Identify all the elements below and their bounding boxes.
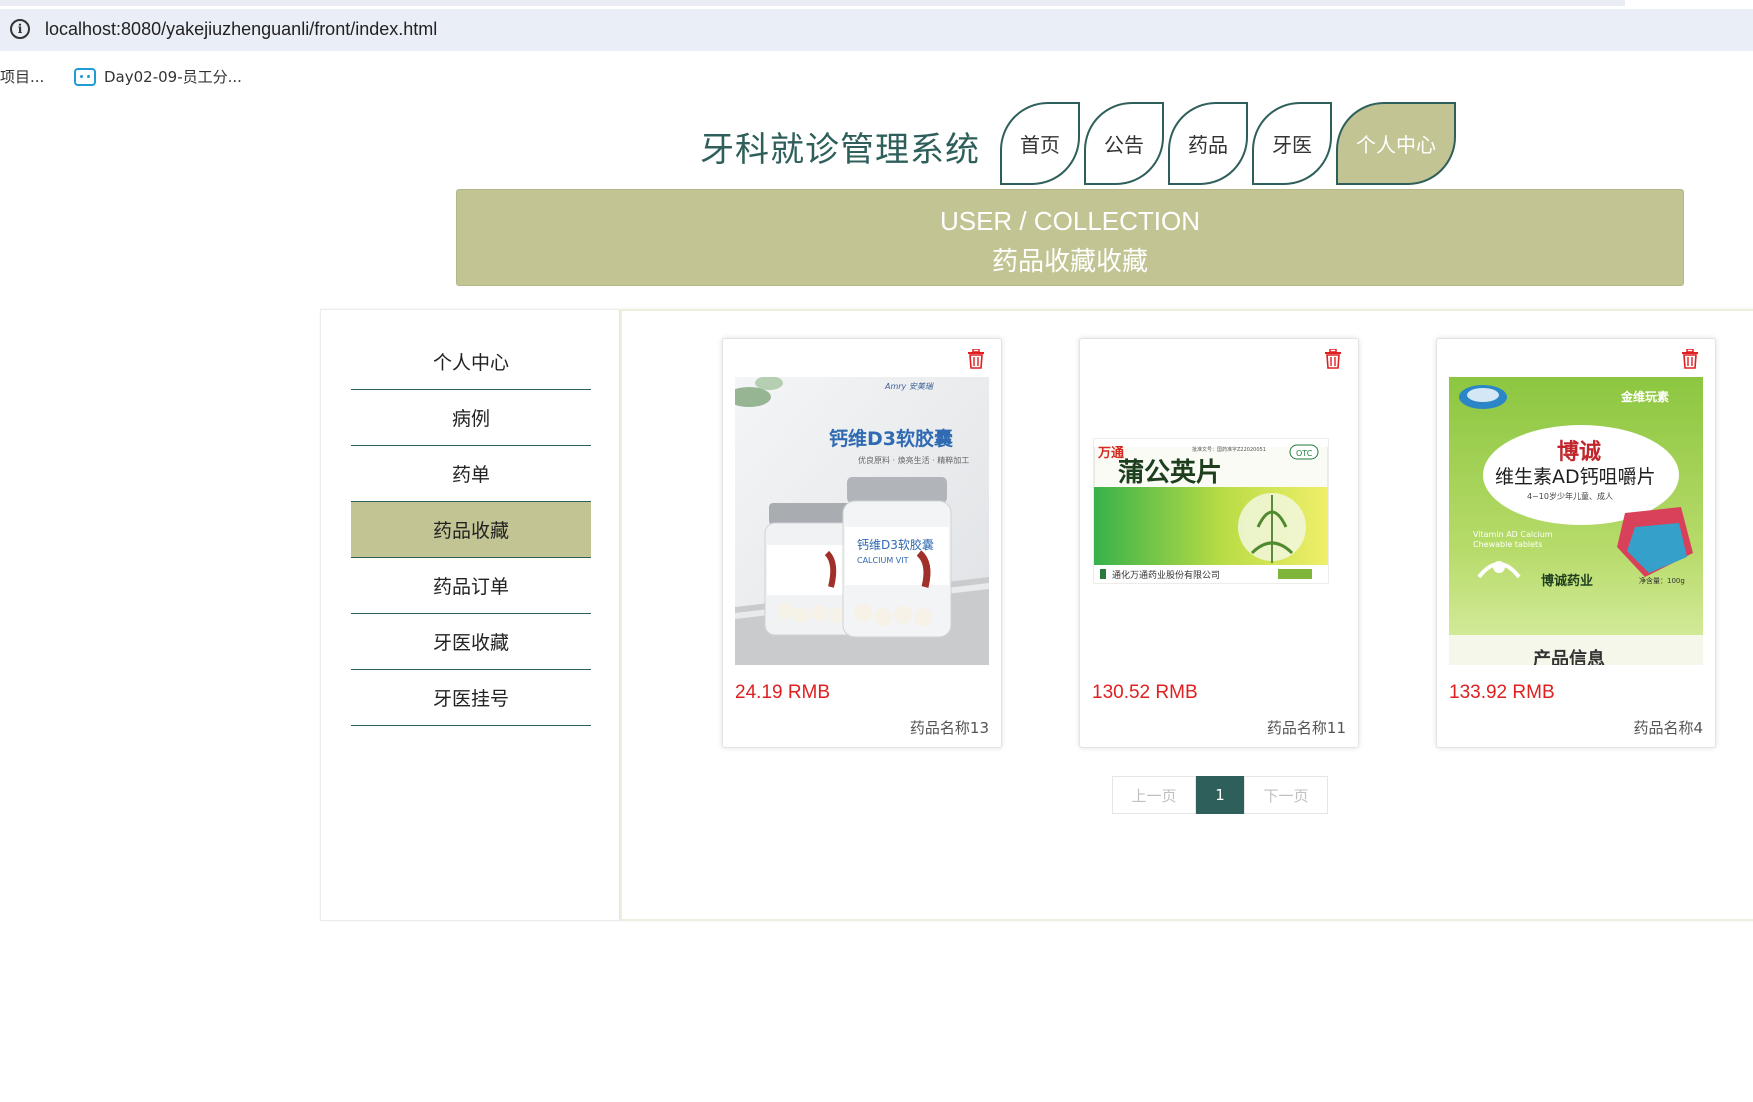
medicine-price: 24.19 RMB bbox=[735, 682, 831, 703]
trash-icon[interactable] bbox=[1681, 349, 1699, 369]
image-brand: Amry 安美瑞 bbox=[884, 382, 934, 391]
image-en-2: Chewable tablets bbox=[1473, 540, 1542, 549]
banner-chinese-title: 药品收藏收藏 bbox=[991, 247, 1148, 277]
bookmark-item[interactable]: 项目... bbox=[0, 66, 44, 87]
info-circle-icon[interactable]: i bbox=[10, 19, 30, 39]
main-nav: 首页 公告 药品 牙医 个人中心 bbox=[1000, 102, 1460, 185]
sidebar-item-medicine-orders[interactable]: 药品订单 bbox=[351, 558, 591, 614]
image-weight: 净含量：100g bbox=[1639, 576, 1685, 585]
medicine-price: 130.52 RMB bbox=[1092, 682, 1198, 703]
current-page-button[interactable]: 1 bbox=[1196, 776, 1244, 814]
bookmark-label: Day02-09-员工分... bbox=[104, 68, 242, 86]
pagination: 上一页 1 下一页 bbox=[1112, 776, 1328, 814]
image-footer: 产品信息 bbox=[1533, 648, 1605, 665]
trash-icon[interactable] bbox=[1324, 349, 1342, 369]
image-approval: 批准文号：国药准字Z22020051 bbox=[1192, 446, 1266, 453]
site-title: 牙科就诊管理系统 bbox=[700, 130, 980, 170]
page-banner: USER / COLLECTION 药品收藏收藏 bbox=[456, 189, 1684, 286]
sidebar-item-dentist-registration[interactable]: 牙医挂号 bbox=[351, 670, 591, 726]
medicine-name[interactable]: 药品名称11 bbox=[1267, 717, 1346, 738]
image-brand-top: 金维玩素 bbox=[1620, 389, 1669, 404]
nav-item-notice[interactable]: 公告 bbox=[1084, 102, 1164, 185]
jar-label: 钙维D3软胶囊 bbox=[857, 537, 934, 552]
user-sidebar: 个人中心 病例 药单 药品收藏 药品订单 牙医收藏 牙医挂号 bbox=[320, 309, 620, 921]
bookmarks-bar: 项目... Day02-09-员工分... bbox=[0, 60, 1753, 92]
banner-english-title: USER / COLLECTION bbox=[939, 206, 1201, 236]
medicine-card[interactable]: Amry 安美瑞 钙维D3软胶囊 优良原料 · 焕亮生活 · 精粹加工 钙维D3… bbox=[722, 338, 1002, 748]
sidebar-item-cases[interactable]: 病例 bbox=[351, 390, 591, 446]
medicine-name[interactable]: 药品名称4 bbox=[1633, 717, 1703, 738]
jar-en-label: CALCIUM VIT bbox=[857, 556, 909, 565]
nav-item-home[interactable]: 首页 bbox=[1000, 102, 1080, 185]
url-text[interactable]: localhost:8080/yakejiuzhenguanli/front/i… bbox=[45, 19, 437, 40]
image-title: 钙维D3软胶囊 bbox=[829, 427, 954, 450]
image-otc-label: OTC bbox=[1296, 449, 1313, 458]
sidebar-item-medicine-collection[interactable]: 药品收藏 bbox=[351, 502, 591, 558]
image-en-1: Vitamin AD Calcium bbox=[1473, 530, 1553, 539]
address-bar[interactable]: i localhost:8080/yakejiuzhenguanli/front… bbox=[0, 9, 1753, 51]
nav-item-user-center[interactable]: 个人中心 bbox=[1336, 102, 1456, 185]
medicine-name[interactable]: 药品名称13 bbox=[910, 717, 989, 738]
image-age: 4~10岁少年儿童、成人 bbox=[1527, 491, 1613, 501]
medicine-image[interactable]: 金维玩素 博诚 维生素AD钙咀嚼片 4~10岁少年儿童、成人 Vitamin A… bbox=[1449, 377, 1703, 665]
browser-top-strip bbox=[0, 0, 1753, 8]
trash-icon[interactable] bbox=[967, 349, 985, 369]
sidebar-item-user-center[interactable]: 个人中心 bbox=[351, 334, 591, 390]
sidebar-item-dentist-collection[interactable]: 牙医收藏 bbox=[351, 614, 591, 670]
bilibili-tv-icon bbox=[74, 67, 96, 86]
image-maker: 通化万通药业股份有限公司 bbox=[1112, 569, 1220, 581]
tab-strip-line bbox=[0, 0, 1625, 6]
image-maker: 博诚药业 bbox=[1541, 573, 1593, 589]
medicine-price: 133.92 RMB bbox=[1449, 682, 1555, 703]
bookmark-item[interactable]: Day02-09-员工分... bbox=[74, 66, 242, 87]
sidebar-item-prescriptions[interactable]: 药单 bbox=[351, 446, 591, 502]
prev-page-button[interactable]: 上一页 bbox=[1112, 776, 1196, 814]
image-title-2: 维生素AD钙咀嚼片 bbox=[1495, 466, 1656, 488]
medicine-card[interactable]: 万通 批准文号：国药准字Z22020051 OTC 蒲公英片 通化万通药业股份有… bbox=[1079, 338, 1359, 748]
nav-item-medicine[interactable]: 药品 bbox=[1168, 102, 1248, 185]
image-title-1: 博诚 bbox=[1557, 439, 1601, 465]
medicine-card[interactable]: 金维玩素 博诚 维生素AD钙咀嚼片 4~10岁少年儿童、成人 Vitamin A… bbox=[1436, 338, 1716, 748]
next-page-button[interactable]: 下一页 bbox=[1244, 776, 1328, 814]
medicine-image[interactable]: 万通 批准文号：国药准字Z22020051 OTC 蒲公英片 通化万通药业股份有… bbox=[1092, 377, 1346, 665]
image-title: 蒲公英片 bbox=[1118, 458, 1222, 488]
nav-item-dentist[interactable]: 牙医 bbox=[1252, 102, 1332, 185]
collection-panel: Amry 安美瑞 钙维D3软胶囊 优良原料 · 焕亮生活 · 精粹加工 钙维D3… bbox=[620, 309, 1753, 921]
image-subtitle: 优良原料 · 焕亮生活 · 精粹加工 bbox=[858, 455, 969, 465]
medicine-image[interactable]: Amry 安美瑞 钙维D3软胶囊 优良原料 · 焕亮生活 · 精粹加工 钙维D3… bbox=[735, 377, 989, 665]
